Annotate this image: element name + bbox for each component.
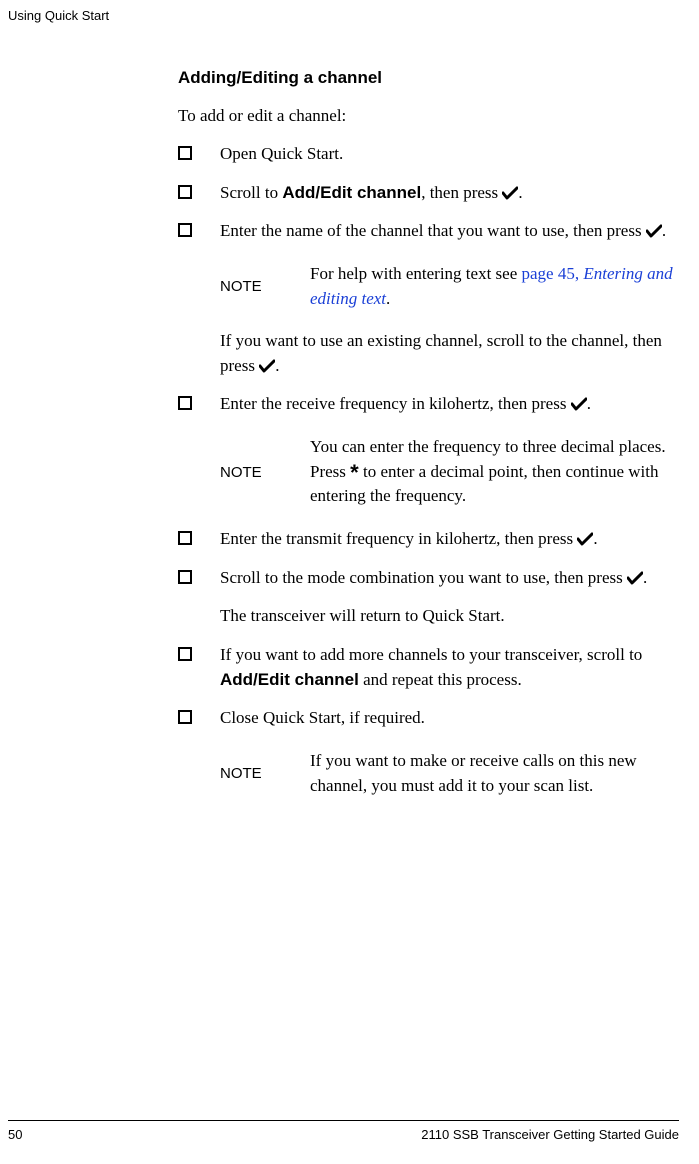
period: . <box>275 356 279 375</box>
tick-icon <box>577 532 593 546</box>
xref-link[interactable]: page 45, <box>522 264 584 283</box>
step-text: Scroll to Add/Edit channel, then press . <box>220 181 673 206</box>
step-5: Enter the transmit frequency in kilohert… <box>178 527 673 552</box>
text-frag: Enter the transmit frequency in kilohert… <box>220 529 577 548</box>
sub-paragraph: The transceiver will return to Quick Sta… <box>220 604 673 629</box>
step-text: If you want to add more channels to your… <box>220 643 673 692</box>
tick-icon <box>502 186 518 200</box>
period: . <box>587 394 591 413</box>
step-8: Close Quick Start, if required. <box>178 706 673 731</box>
step-3: Enter the name of the channel that you w… <box>178 219 673 244</box>
text-frag: Scroll to the mode combination you want … <box>220 568 627 587</box>
text-frag: , then press <box>421 183 502 202</box>
text-frag: Enter the name of the channel that you w… <box>220 221 646 240</box>
note-2: NOTE You can enter the frequency to thre… <box>220 435 673 509</box>
text-frag: If you want to use an existing channel, … <box>220 331 662 375</box>
period: . <box>518 183 522 202</box>
page-number: 50 <box>8 1127 22 1142</box>
checkbox-icon <box>178 710 192 724</box>
main-content: Adding/Editing a channel To add or edit … <box>178 68 673 816</box>
text-frag: If you want to add more channels to your… <box>220 645 642 664</box>
note-label: NOTE <box>220 765 310 782</box>
checkbox-icon <box>178 396 192 410</box>
note-3: NOTE If you want to make or receive call… <box>220 749 673 798</box>
checkbox-icon <box>178 223 192 237</box>
checkbox-icon <box>178 570 192 584</box>
note-body: If you want to make or receive calls on … <box>310 749 673 798</box>
step-4: Enter the receive frequency in kilohertz… <box>178 392 673 417</box>
period: . <box>662 221 666 240</box>
tick-icon <box>259 359 275 373</box>
period: . <box>643 568 647 587</box>
checkbox-icon <box>178 185 192 199</box>
text-frag: and repeat this process. <box>359 670 522 689</box>
step-2: Scroll to Add/Edit channel, then press . <box>178 181 673 206</box>
step-6: Scroll to the mode combination you want … <box>178 566 673 591</box>
step-text: Enter the receive frequency in kilohertz… <box>220 392 673 417</box>
step-text: Enter the transmit frequency in kilohert… <box>220 527 673 552</box>
step-text: Enter the name of the channel that you w… <box>220 219 673 244</box>
footer: 50 2110 SSB Transceiver Getting Started … <box>8 1120 679 1142</box>
step-1: Open Quick Start. <box>178 142 673 167</box>
text-frag: to enter a decimal point, then continue … <box>310 462 659 506</box>
period: . <box>386 289 390 308</box>
note-body: You can enter the frequency to three dec… <box>310 435 673 509</box>
note-label: NOTE <box>220 278 310 295</box>
checkbox-icon <box>178 146 192 160</box>
step-7: If you want to add more channels to your… <box>178 643 673 692</box>
tick-icon <box>627 571 643 585</box>
tick-icon <box>571 397 587 411</box>
checkbox-icon <box>178 531 192 545</box>
asterisk-key-icon: * <box>350 460 359 485</box>
note-label: NOTE <box>220 464 310 481</box>
step-text: Open Quick Start. <box>220 142 673 167</box>
menu-name: Add/Edit channel <box>282 183 421 202</box>
step-text: Close Quick Start, if required. <box>220 706 673 731</box>
doc-title: 2110 SSB Transceiver Getting Started Gui… <box>421 1127 679 1142</box>
running-header: Using Quick Start <box>8 8 109 23</box>
sub-paragraph: If you want to use an existing channel, … <box>220 329 673 378</box>
intro-text: To add or edit a channel: <box>178 106 673 126</box>
section-title: Adding/Editing a channel <box>178 68 673 88</box>
period: . <box>593 529 597 548</box>
note-body: For help with entering text see page 45,… <box>310 262 673 311</box>
step-text: Scroll to the mode combination you want … <box>220 566 673 591</box>
note-1: NOTE For help with entering text see pag… <box>220 262 673 311</box>
text-frag: Scroll to <box>220 183 282 202</box>
text-frag: Enter the receive frequency in kilohertz… <box>220 394 571 413</box>
checkbox-icon <box>178 647 192 661</box>
tick-icon <box>646 224 662 238</box>
menu-name: Add/Edit channel <box>220 670 359 689</box>
text-frag: For help with entering text see <box>310 264 522 283</box>
